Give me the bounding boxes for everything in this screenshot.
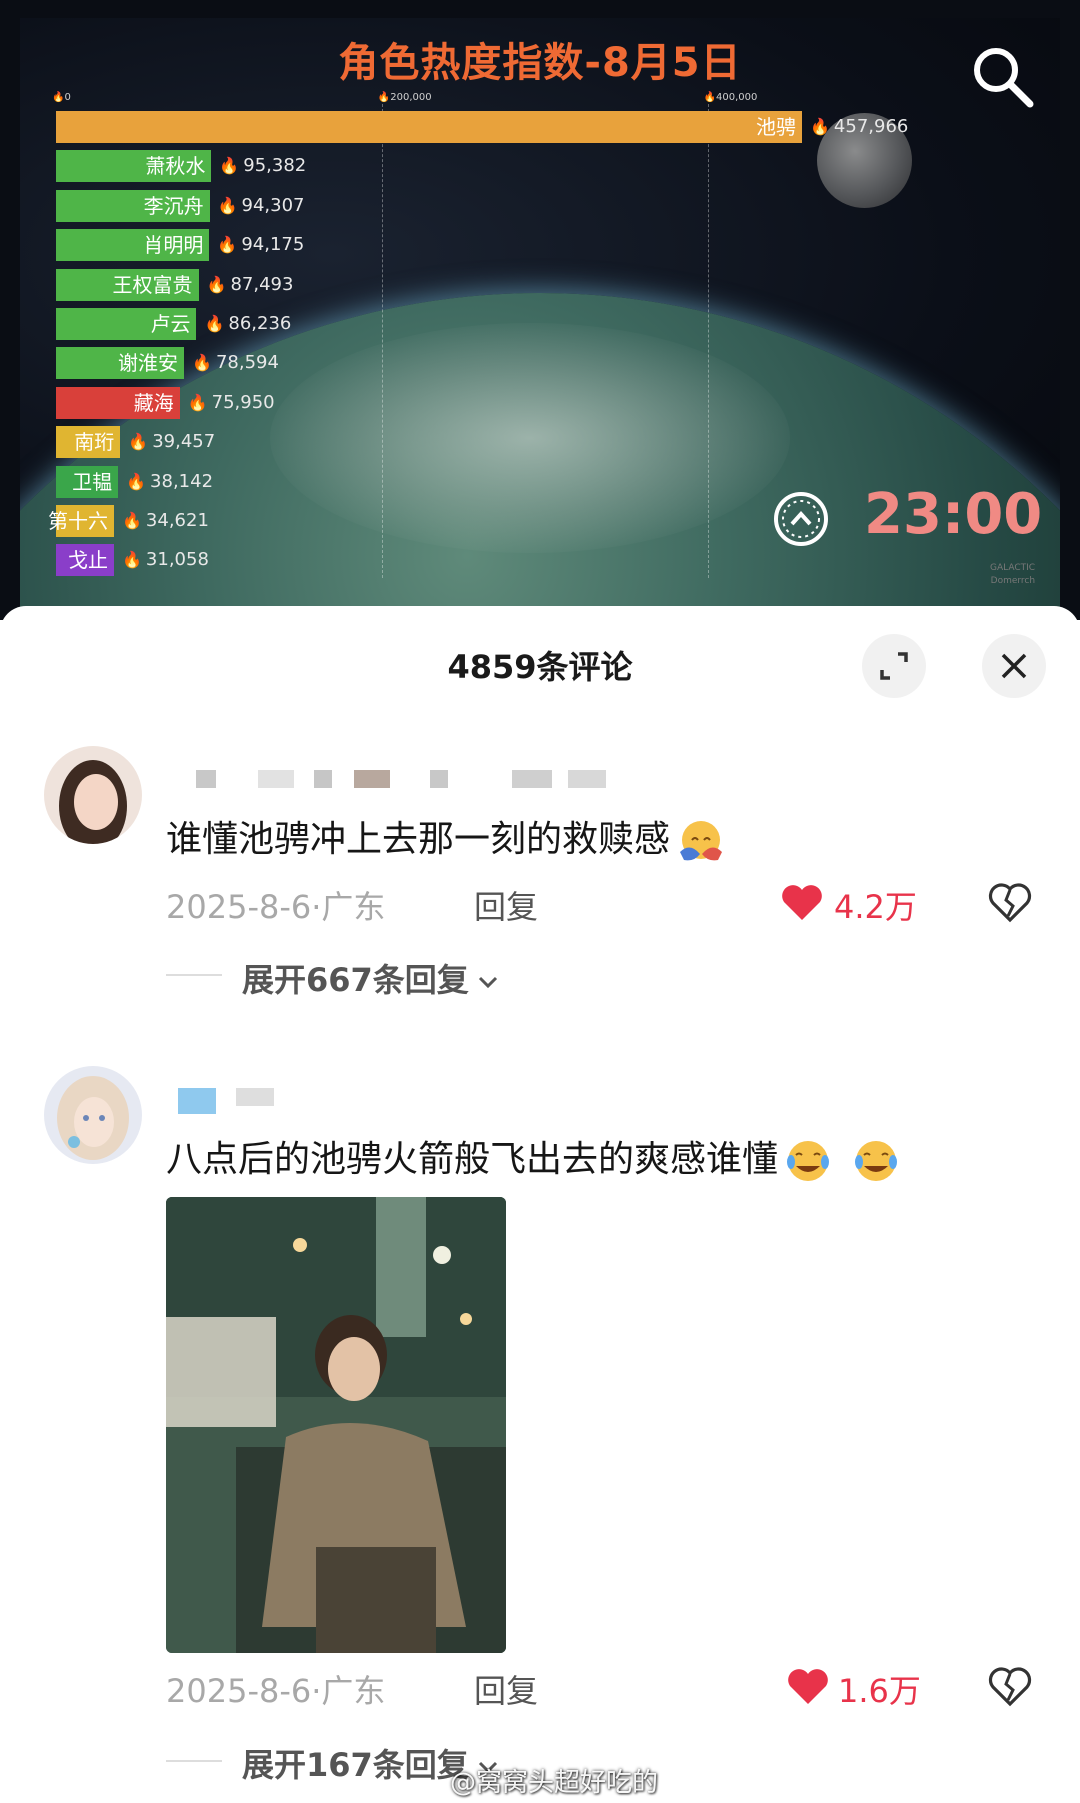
weibo-watermark: @窝窝头超好吃的 — [450, 1768, 659, 1798]
flame-icon: 🔥 — [122, 511, 142, 530]
gridline — [707, 104, 709, 578]
like-heart-icon[interactable] — [780, 882, 824, 922]
bar-category-label: 王权富贵 — [112, 272, 193, 297]
chart-bar: 藏海 — [56, 386, 180, 419]
like-count: 1.6万 — [838, 1672, 921, 1710]
bar-value-label: 🔥 38,142 — [126, 470, 214, 492]
bar-value-label: 🔥 75,950 — [187, 391, 275, 413]
expand-divider — [166, 974, 222, 976]
bar-category-label: 李沉舟 — [143, 193, 204, 218]
bar-category-label: 戈止 — [68, 548, 108, 573]
cloud-cover — [270, 323, 790, 553]
bar-category-label: 谢淮安 — [118, 351, 179, 376]
chart-bar: 谢淮安 — [56, 347, 185, 380]
expand-divider — [166, 1760, 222, 1762]
comment-date: 2025-8-6·广东 — [166, 1672, 386, 1710]
like-heart-icon[interactable] — [786, 1666, 830, 1706]
bar-value-label: 🔥 87,493 — [206, 273, 294, 295]
x-tick-label: 🔥0 — [52, 92, 71, 103]
comment-image[interactable] — [166, 1197, 506, 1653]
flame-icon: 🔥 — [217, 195, 238, 215]
chevron-down-icon — [478, 976, 497, 989]
chart-bar: 卫韫 — [56, 465, 119, 498]
bar-value-label: 🔥 95,382 — [219, 155, 307, 177]
flame-icon: 🔥 — [219, 156, 240, 176]
search-icon[interactable] — [970, 44, 1036, 110]
bar-category-label: 池骋 — [756, 115, 796, 139]
bar-value-label: 🔥 78,594 — [192, 352, 279, 374]
expand-replies-button[interactable]: 展开667条回复 — [242, 955, 499, 1001]
avatar[interactable] — [44, 1066, 142, 1164]
comment-text: 谁懂池骋冲上去那一刻的救赎感 — [166, 810, 726, 864]
bar-value-label: 🔥 94,175 — [217, 234, 305, 256]
chart-bar: 池骋 — [56, 111, 802, 143]
fullscreen-button[interactable] — [862, 634, 926, 698]
video-player[interactable]: 角色热度指数-8月5日 🔥0 🔥200,000 🔥400,000 池骋 🔥 457,966… — [0, 0, 1080, 620]
expand-icon — [880, 652, 908, 680]
bar-category-label: 萧秋水 — [145, 154, 206, 179]
username-obscured — [178, 1088, 288, 1114]
flame-icon: 🔥 — [217, 235, 238, 255]
flame-icon: 🔥 — [128, 432, 149, 452]
bar-value-label: 🔥 31,058 — [122, 549, 209, 571]
timer-label: 23:00 — [864, 482, 1043, 547]
flame-icon: 🔥 — [204, 314, 225, 333]
chart-bar: 萧秋水 — [56, 150, 212, 183]
like-count: 4.2万 — [834, 888, 917, 926]
bar-category-label: 肖明明 — [143, 233, 204, 258]
comment-date: 2025-8-6·广东 — [166, 888, 386, 926]
chart-bar: 第十六 — [48, 505, 114, 537]
bar-value-label: 🔥 457,966 — [810, 116, 909, 137]
avatar[interactable] — [44, 746, 142, 844]
bar-value-label: 🔥 86,236 — [204, 313, 292, 334]
x-tick-label: 🔥400,000 — [703, 92, 758, 103]
bar-category-label: 藏海 — [133, 390, 174, 415]
hugging-face-icon — [680, 821, 723, 861]
close-icon — [1001, 653, 1027, 679]
reply-button[interactable]: 回复 — [474, 882, 538, 928]
x-tick-label: 🔥200,000 — [377, 92, 432, 103]
dislike-heart-icon[interactable] — [988, 1664, 1032, 1708]
flame-icon: 🔥 — [206, 274, 227, 294]
chart-bar: 南珩 — [56, 426, 121, 459]
flame-icon: 🔥 — [122, 550, 142, 570]
gridline — [381, 104, 383, 578]
clock-icon — [774, 492, 828, 546]
bar-value-label: 🔥 39,457 — [128, 431, 216, 453]
bar-category-label: 卢云 — [150, 312, 191, 336]
close-button[interactable] — [982, 634, 1046, 698]
chart-bar: 卢云 — [56, 308, 197, 340]
reply-button[interactable]: 回复 — [474, 1666, 538, 1712]
flame-icon: 🔥 — [810, 117, 830, 136]
comment-text: 八点后的池骋火箭般飞出去的爽感谁懂 — [166, 1130, 904, 1184]
dislike-heart-icon[interactable] — [988, 880, 1032, 924]
chart-title: 角色热度指数-8月5日 — [338, 40, 742, 86]
bar-category-label: 第十六 — [48, 509, 108, 533]
flame-icon: 🔥 — [192, 353, 212, 373]
video-credit: GALACTIC Domerrch — [990, 563, 1036, 586]
bar-category-label: 卫韫 — [72, 469, 113, 494]
chart-bar: 肖明明 — [56, 229, 210, 262]
bar-category-label: 南珩 — [74, 430, 115, 455]
username-obscured — [196, 770, 616, 788]
flame-icon: 🔥 — [187, 392, 208, 412]
bar-value-label: 🔥 94,307 — [217, 194, 305, 216]
flame-icon: 🔥 — [126, 471, 147, 491]
bar-value-label: 🔥 34,621 — [122, 510, 209, 531]
tears-of-joy-icon — [787, 1141, 898, 1181]
chart-bar: 王权富贵 — [56, 268, 199, 301]
chart-bar: 李沉舟 — [56, 189, 210, 222]
chart-bar: 戈止 — [56, 544, 114, 577]
